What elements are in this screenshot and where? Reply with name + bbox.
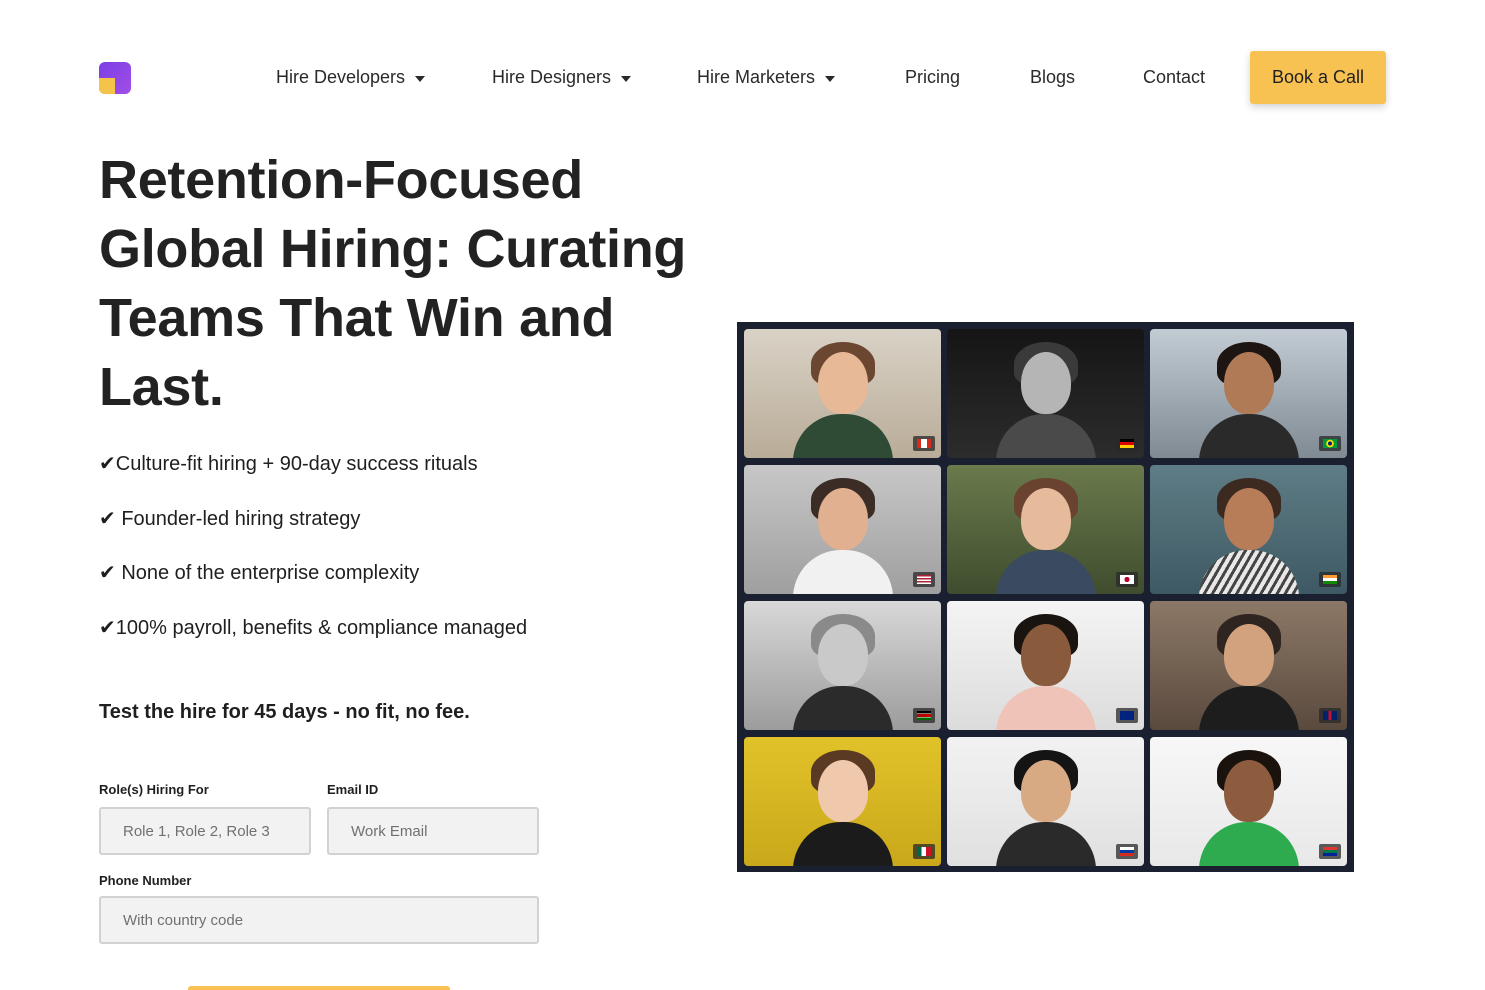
- email-label: Email ID: [327, 782, 379, 797]
- flag-kenya-icon: [913, 708, 935, 723]
- nav-blogs[interactable]: Blogs: [1030, 51, 1075, 104]
- photo-woman-whiteboard: [947, 601, 1144, 730]
- nav-hire-marketers[interactable]: Hire Marketers: [697, 51, 836, 104]
- benefit-item: ✔Culture-fit hiring + 90-day success rit…: [99, 453, 478, 475]
- flag-russia-icon: [1116, 844, 1138, 859]
- benefit-item: ✔ None of the enterprise complexity: [99, 562, 420, 584]
- roles-label: Role(s) Hiring For: [99, 782, 209, 797]
- nav-hire-designers-label: Hire Designers: [492, 67, 612, 87]
- trial-tagline: Test the hire for 45 days - no fit, no f…: [99, 701, 470, 723]
- photo-woman-striped-jacket: [1150, 465, 1347, 594]
- talent-photo-grid: [737, 322, 1354, 872]
- flag-usa-icon: [913, 572, 935, 587]
- nav-hire-marketers-label: Hire Marketers: [697, 67, 816, 87]
- photo-woman-yellow-backdrop: [744, 737, 941, 866]
- photo-woman-outdoors: [947, 465, 1144, 594]
- email-input[interactable]: [327, 807, 539, 855]
- benefit-item: ✔ Founder-led hiring strategy: [99, 507, 361, 530]
- photo-man-turtleneck: [1150, 601, 1347, 730]
- flag-south-africa-icon: [1319, 844, 1341, 859]
- caret-down-icon: [415, 75, 426, 82]
- photo-woman-glasses-street: [1150, 329, 1347, 458]
- flag-australia-icon: [1116, 708, 1138, 723]
- flag-india-icon: [1319, 572, 1341, 587]
- hero-title: Retention-Focused Global Hiring: Curatin…: [99, 150, 687, 417]
- benefits-list: ✔Culture-fit hiring + 90-day success rit…: [99, 446, 527, 664]
- submit-button[interactable]: [188, 986, 450, 990]
- nav-pricing[interactable]: Pricing: [905, 51, 960, 104]
- photo-bearded-man-bw: [744, 601, 941, 730]
- brand-logo[interactable]: [99, 62, 131, 94]
- flag-uk-icon: [1319, 708, 1341, 723]
- caret-down-icon: [825, 75, 836, 82]
- phone-label: Phone Number: [99, 873, 192, 888]
- benefit-item: ✔100% payroll, benefits & compliance man…: [99, 616, 528, 639]
- roles-input[interactable]: [99, 807, 311, 855]
- caret-down-icon: [621, 75, 632, 82]
- flag-canada-icon: [913, 436, 935, 451]
- flag-mexico-icon: [913, 844, 935, 859]
- photo-smiling-woman-curly-hair: [744, 329, 941, 458]
- nav-hire-developers-label: Hire Developers: [276, 67, 406, 87]
- nav-hire-developers[interactable]: Hire Developers: [276, 51, 426, 104]
- flag-germany-icon: [1116, 436, 1138, 451]
- book-a-call-button[interactable]: Book a Call: [1250, 51, 1386, 104]
- flag-japan-icon: [1116, 572, 1138, 587]
- nav-contact[interactable]: Contact: [1143, 51, 1205, 104]
- photo-man-green-shirt: [1150, 737, 1347, 866]
- nav-hire-designers[interactable]: Hire Designers: [492, 51, 632, 104]
- flag-brazil-icon: [1319, 436, 1341, 451]
- photo-woman-glasses-smiling: [947, 737, 1144, 866]
- photo-man-glasses-beard: [744, 465, 941, 594]
- logo-yellow-square: [99, 78, 115, 94]
- phone-input[interactable]: [99, 896, 539, 944]
- photo-smiling-man-bw: [947, 329, 1144, 458]
